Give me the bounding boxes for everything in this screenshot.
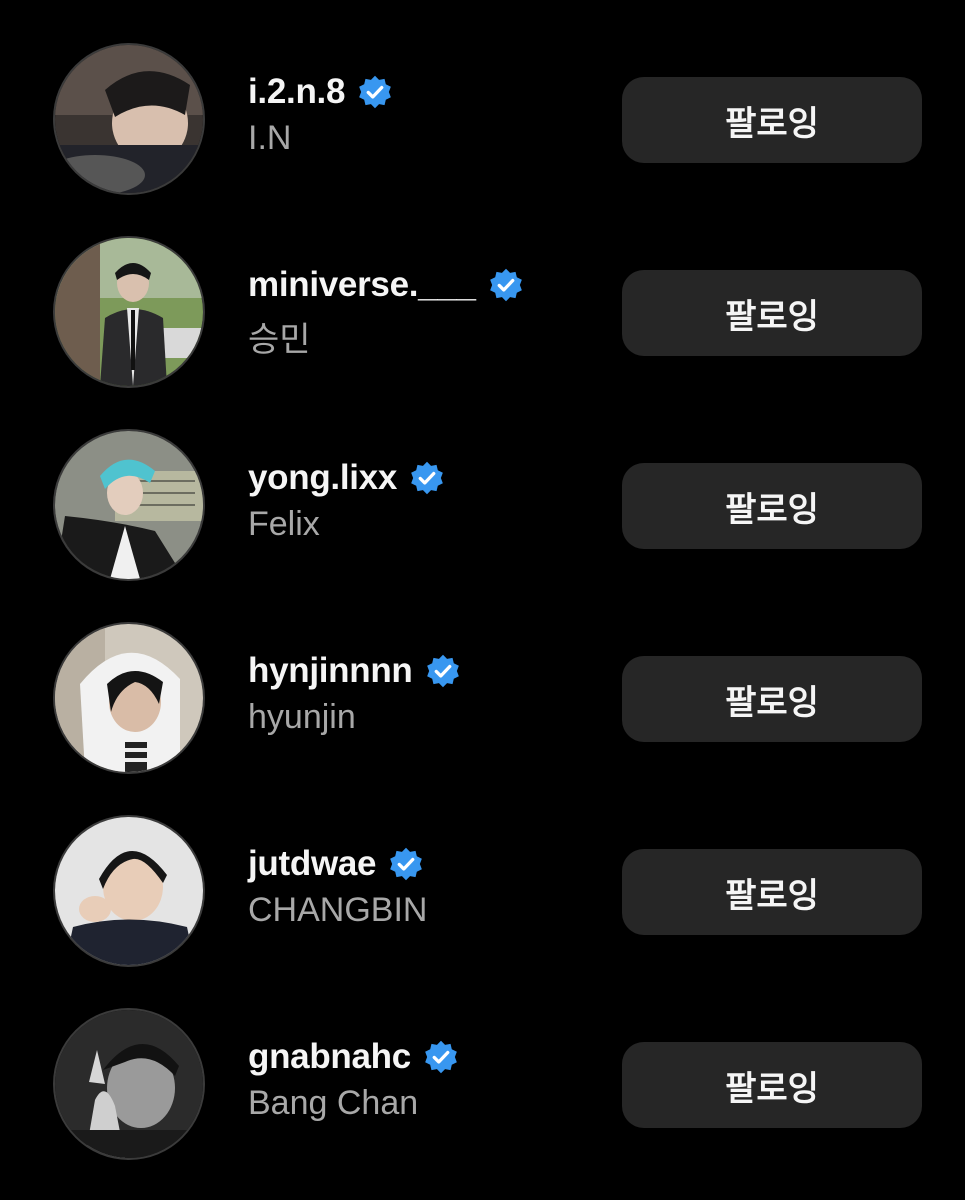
avatar[interactable] bbox=[55, 1010, 203, 1158]
full-name: I.N bbox=[248, 119, 292, 157]
list-item[interactable]: gnabnahc Bang Chan 팔로잉 bbox=[0, 1010, 965, 1160]
username[interactable]: yong.lixx bbox=[248, 458, 397, 498]
list-item[interactable]: yong.lixx Felix 팔로잉 bbox=[0, 431, 965, 581]
following-button[interactable]: 팔로잉 bbox=[622, 1042, 922, 1128]
following-button[interactable]: 팔로잉 bbox=[622, 463, 922, 549]
following-button[interactable]: 팔로잉 bbox=[622, 77, 922, 163]
verified-badge-icon bbox=[489, 268, 522, 302]
following-list: i.2.n.8 I.N 팔로잉 miniverse.___ 승민 팔로잉 yon… bbox=[0, 0, 965, 1200]
verified-badge-icon bbox=[426, 654, 459, 688]
user-names: yong.lixx Felix bbox=[248, 455, 608, 544]
list-item[interactable]: i.2.n.8 I.N 팔로잉 bbox=[0, 45, 965, 195]
avatar[interactable] bbox=[55, 817, 203, 965]
username[interactable]: gnabnahc bbox=[248, 1037, 411, 1077]
following-button[interactable]: 팔로잉 bbox=[622, 656, 922, 742]
following-button[interactable]: 팔로잉 bbox=[622, 270, 922, 356]
avatar[interactable] bbox=[55, 45, 203, 193]
avatar[interactable] bbox=[55, 238, 203, 386]
full-name: hyunjin bbox=[248, 698, 356, 736]
username[interactable]: hynjinnnn bbox=[248, 651, 413, 691]
username[interactable]: jutdwae bbox=[248, 844, 377, 884]
username[interactable]: miniverse.___ bbox=[248, 265, 476, 305]
verified-badge-icon bbox=[359, 75, 391, 109]
user-names: i.2.n.8 I.N bbox=[248, 69, 608, 158]
user-names: jutdwae CHANGBIN bbox=[248, 841, 608, 930]
user-names: hynjinnnn hyunjin bbox=[248, 648, 608, 737]
list-item[interactable]: jutdwae CHANGBIN 팔로잉 bbox=[0, 817, 965, 967]
verified-badge-icon bbox=[390, 847, 423, 881]
list-item[interactable]: hynjinnnn hyunjin 팔로잉 bbox=[0, 624, 965, 774]
username[interactable]: i.2.n.8 bbox=[248, 72, 345, 112]
user-names: miniverse.___ 승민 bbox=[248, 262, 608, 361]
full-name: Felix bbox=[248, 505, 320, 543]
following-button[interactable]: 팔로잉 bbox=[622, 849, 922, 935]
user-names: gnabnahc Bang Chan bbox=[248, 1034, 608, 1123]
avatar[interactable] bbox=[55, 431, 203, 579]
list-item[interactable]: miniverse.___ 승민 팔로잉 bbox=[0, 238, 965, 388]
full-name: Bang Chan bbox=[248, 1084, 419, 1122]
full-name: CHANGBIN bbox=[248, 891, 428, 929]
verified-badge-icon bbox=[425, 1040, 457, 1074]
full-name: 승민 bbox=[248, 321, 311, 359]
avatar[interactable] bbox=[55, 624, 203, 772]
verified-badge-icon bbox=[411, 461, 443, 495]
